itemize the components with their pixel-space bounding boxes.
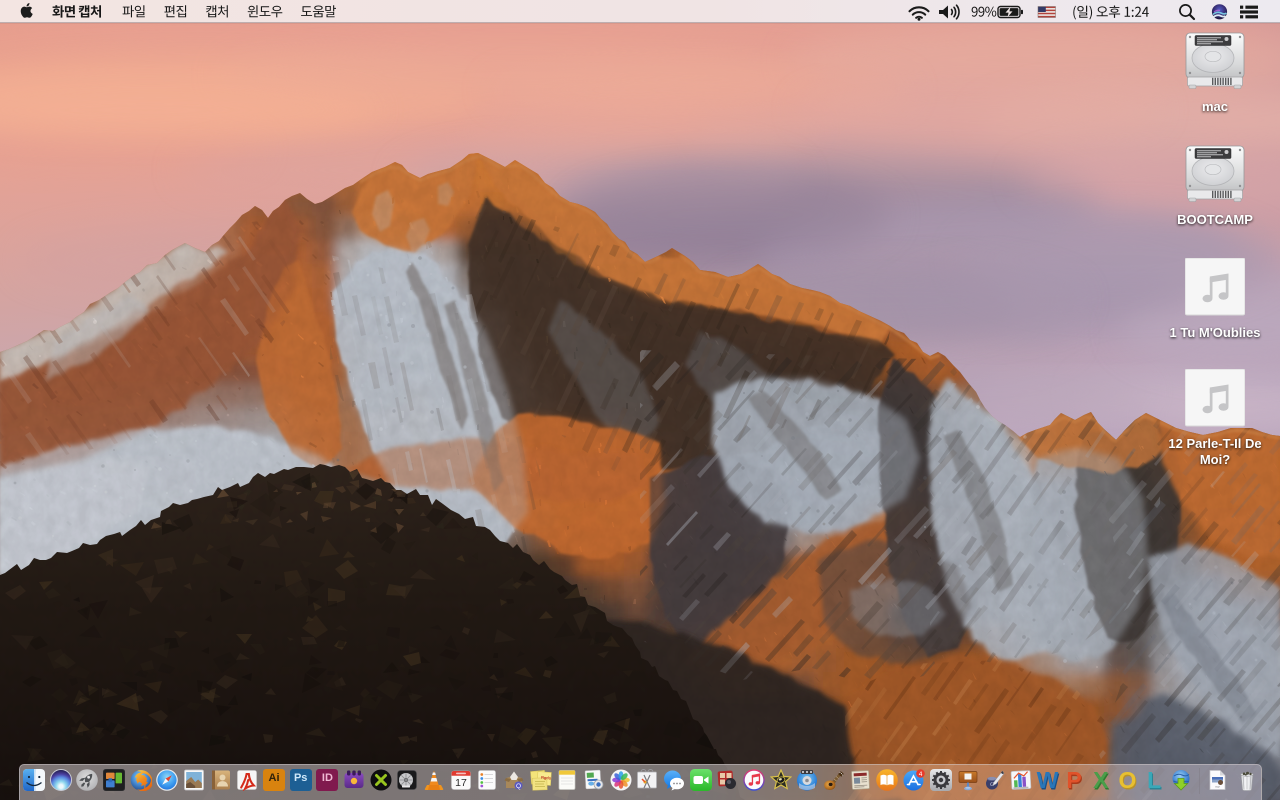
svg-text:Q: Q [516, 783, 521, 790]
svg-text:aqz: aqz [1215, 785, 1220, 789]
svg-text:4: 4 [919, 771, 923, 778]
svg-text:Rgds: Rgds [541, 775, 552, 781]
svg-text:17: 17 [455, 777, 467, 789]
